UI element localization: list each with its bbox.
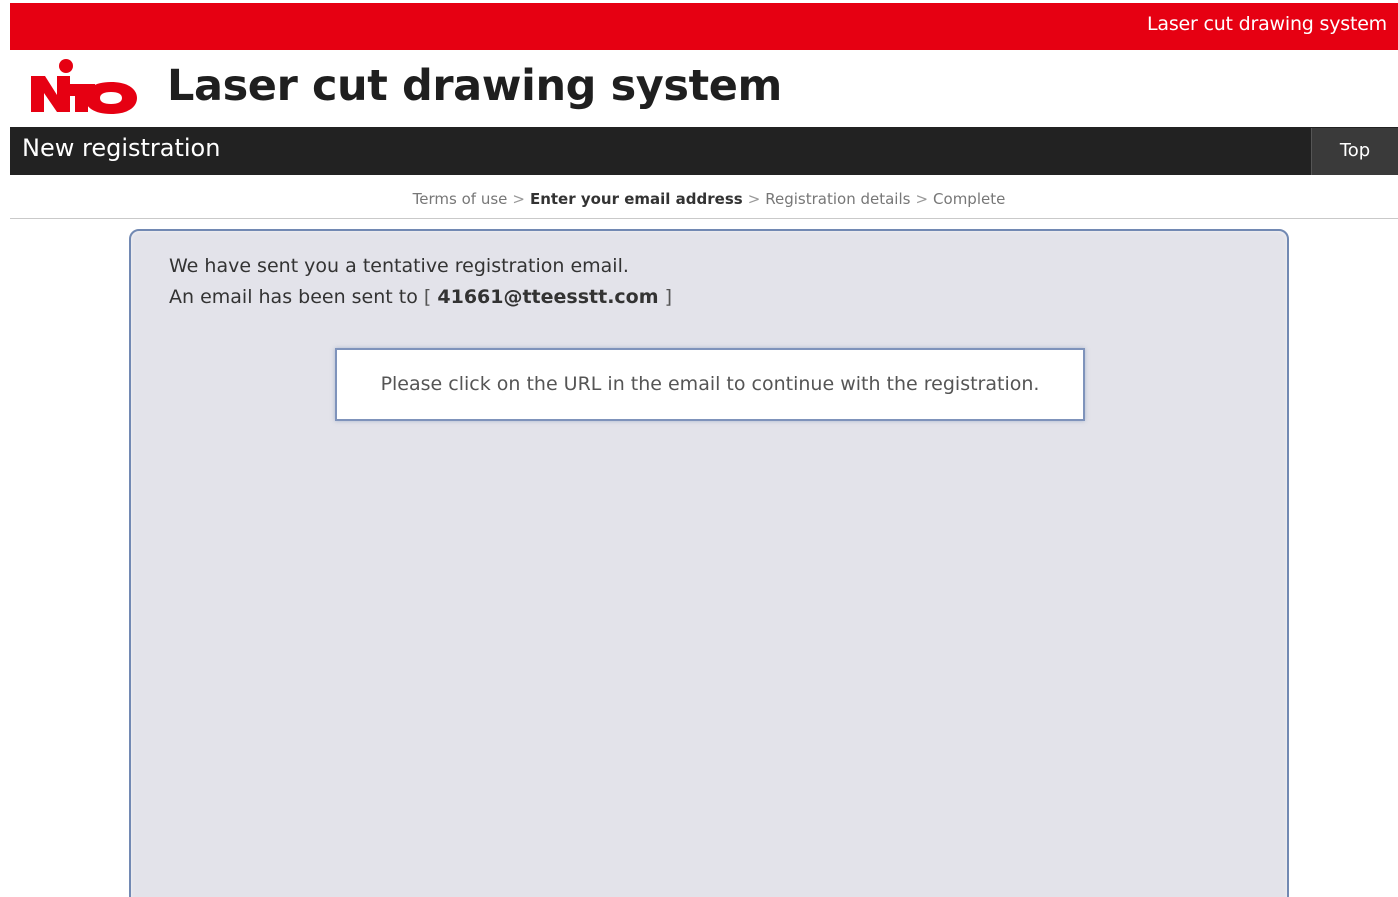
confirmation-panel: We have sent you a tentative registratio… <box>129 229 1289 897</box>
site-header: Laser cut drawing system <box>0 50 1398 127</box>
step-complete: Complete <box>933 190 1006 208</box>
email-open-bracket: [ <box>423 286 432 308</box>
page-title: New registration <box>22 134 221 162</box>
step-enter-email-current: Enter your email address <box>529 190 743 208</box>
sent-email-address: 41661@tteesstt.com <box>437 286 659 308</box>
email-close-bracket: ] <box>664 286 672 308</box>
nito-logo-icon <box>31 59 137 114</box>
step-separator: > <box>915 190 929 208</box>
topbar-system-name: Laser cut drawing system <box>1146 13 1387 35</box>
step-separator: > <box>512 190 525 208</box>
continue-registration-notice: Please click on the URL in the email to … <box>335 348 1085 421</box>
page-navigation-bar: New registration Top <box>10 127 1398 175</box>
step-terms-of-use: Terms of use <box>412 190 508 208</box>
registration-page: Laser cut drawing system Laser cut drawi… <box>0 0 1398 897</box>
top-red-bar: Laser cut drawing system <box>10 3 1398 50</box>
top-button[interactable]: Top <box>1311 128 1398 175</box>
header-divider <box>10 218 1398 219</box>
step-registration-details: Registration details <box>765 190 911 208</box>
email-sent-prefix: An email has been sent to <box>169 286 418 308</box>
site-title: Laser cut drawing system <box>167 61 782 111</box>
registration-steps: Terms of use > Enter your email address > Re… <box>0 187 1398 211</box>
email-sent-message: An email has been sent to [ 41661@tteess… <box>169 284 672 310</box>
notice-text: Please click on the URL in the email to … <box>380 373 1040 395</box>
step-separator: > <box>747 190 761 208</box>
tentative-email-message: We have sent you a tentative registratio… <box>169 255 629 277</box>
